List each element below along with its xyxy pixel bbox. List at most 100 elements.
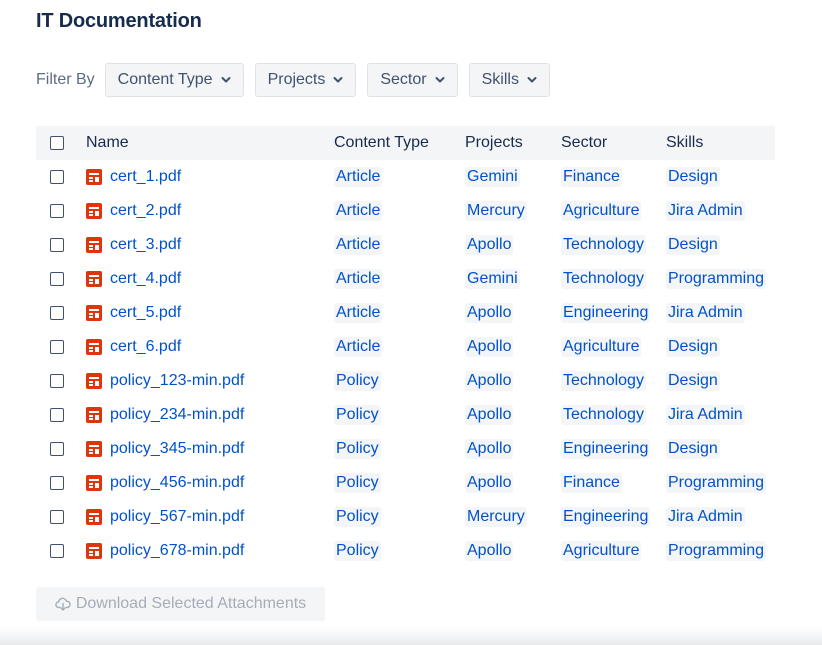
project-tag[interactable]: Apollo bbox=[465, 303, 514, 323]
content-type-tag[interactable]: Article bbox=[334, 303, 383, 323]
content-type-tag[interactable]: Article bbox=[334, 337, 383, 357]
select-all-cell bbox=[36, 126, 86, 160]
sector-tag[interactable]: Technology bbox=[561, 269, 646, 289]
project-tag[interactable]: Apollo bbox=[465, 235, 514, 255]
filter-projects-button[interactable]: Projects bbox=[254, 63, 357, 97]
file-name-cell: policy_123-min.pdf bbox=[86, 364, 334, 398]
project-tag[interactable]: Gemini bbox=[465, 269, 520, 289]
column-header-projects[interactable]: Projects bbox=[465, 126, 561, 160]
row-checkbox[interactable] bbox=[50, 407, 64, 422]
skill-tag[interactable]: Jira Admin bbox=[666, 405, 745, 425]
column-header-skills[interactable]: Skills bbox=[666, 126, 775, 160]
project-tag[interactable]: Apollo bbox=[465, 439, 514, 459]
file-link[interactable]: policy_456-min.pdf bbox=[110, 474, 244, 492]
file-name-cell: policy_345-min.pdf bbox=[86, 432, 334, 466]
sector-tag[interactable]: Finance bbox=[561, 473, 622, 493]
content-type-tag[interactable]: Policy bbox=[334, 439, 381, 459]
project-cell: Gemini bbox=[465, 262, 561, 296]
skill-tag[interactable]: Programming bbox=[666, 541, 767, 561]
file-link[interactable]: policy_678-min.pdf bbox=[110, 542, 244, 560]
row-checkbox[interactable] bbox=[50, 169, 64, 184]
sector-tag[interactable]: Engineering bbox=[561, 303, 651, 323]
row-checkbox[interactable] bbox=[50, 441, 64, 456]
sector-tag[interactable]: Finance bbox=[561, 167, 622, 187]
filter-label: Filter By bbox=[36, 71, 95, 88]
file-link[interactable]: policy_234-min.pdf bbox=[110, 406, 244, 424]
project-tag[interactable]: Apollo bbox=[465, 541, 514, 561]
file-link[interactable]: policy_345-min.pdf bbox=[110, 440, 244, 458]
column-header-content-type[interactable]: Content Type bbox=[334, 126, 465, 160]
pdf-file-icon bbox=[86, 169, 102, 185]
row-checkbox[interactable] bbox=[50, 475, 64, 490]
sector-tag[interactable]: Technology bbox=[561, 371, 646, 391]
sector-cell: Agriculture bbox=[561, 330, 666, 364]
skill-tag[interactable]: Jira Admin bbox=[666, 201, 745, 221]
sector-tag[interactable]: Agriculture bbox=[561, 201, 642, 221]
sector-tag[interactable]: Agriculture bbox=[561, 541, 642, 561]
sector-tag[interactable]: Agriculture bbox=[561, 337, 642, 357]
content-type-tag[interactable]: Article bbox=[334, 269, 383, 289]
skill-tag[interactable]: Jira Admin bbox=[666, 303, 745, 323]
row-checkbox[interactable] bbox=[50, 203, 64, 218]
row-checkbox[interactable] bbox=[50, 339, 64, 354]
filter-sector-button[interactable]: Sector bbox=[367, 63, 458, 97]
file-name-cell: cert_4.pdf bbox=[86, 262, 334, 296]
content-type-tag[interactable]: Policy bbox=[334, 371, 381, 391]
project-tag[interactable]: Mercury bbox=[465, 507, 527, 527]
content-type-tag[interactable]: Policy bbox=[334, 507, 381, 527]
project-tag[interactable]: Apollo bbox=[465, 371, 514, 391]
skill-tag[interactable]: Design bbox=[666, 439, 720, 459]
row-checkbox[interactable] bbox=[50, 237, 64, 252]
file-link[interactable]: policy_123-min.pdf bbox=[110, 372, 244, 390]
row-checkbox[interactable] bbox=[50, 509, 64, 524]
file-link[interactable]: cert_4.pdf bbox=[110, 270, 181, 288]
row-checkbox[interactable] bbox=[50, 305, 64, 320]
skill-tag[interactable]: Programming bbox=[666, 269, 767, 289]
file-link[interactable]: cert_2.pdf bbox=[110, 202, 181, 220]
filter-content-type-button[interactable]: Content Type bbox=[104, 63, 244, 97]
filter-skills-button[interactable]: Skills bbox=[468, 63, 550, 97]
row-checkbox[interactable] bbox=[50, 373, 64, 388]
table-row: policy_345-min.pdf Policy Apollo Engineerin… bbox=[36, 432, 775, 466]
project-tag[interactable]: Apollo bbox=[465, 473, 514, 493]
skill-tag[interactable]: Design bbox=[666, 337, 720, 357]
skill-tag[interactable]: Design bbox=[666, 371, 720, 391]
column-header-name[interactable]: Name bbox=[86, 126, 334, 160]
column-header-sector[interactable]: Sector bbox=[561, 126, 666, 160]
project-tag[interactable]: Apollo bbox=[465, 405, 514, 425]
content-type-tag[interactable]: Article bbox=[334, 235, 383, 255]
content-type-tag[interactable]: Policy bbox=[334, 473, 381, 493]
file-name-cell: policy_678-min.pdf bbox=[86, 534, 334, 568]
file-link[interactable]: cert_5.pdf bbox=[110, 304, 181, 322]
content-type-tag[interactable]: Policy bbox=[334, 541, 381, 561]
project-tag[interactable]: Mercury bbox=[465, 201, 527, 221]
sector-tag[interactable]: Technology bbox=[561, 235, 646, 255]
file-name-cell: cert_6.pdf bbox=[86, 330, 334, 364]
download-selected-button[interactable]: Download Selected Attachments bbox=[36, 587, 325, 621]
content-type-tag[interactable]: Policy bbox=[334, 405, 381, 425]
skill-tag[interactable]: Design bbox=[666, 167, 720, 187]
select-all-checkbox[interactable] bbox=[50, 135, 64, 150]
sector-tag[interactable]: Engineering bbox=[561, 439, 651, 459]
skill-tag[interactable]: Programming bbox=[666, 473, 767, 493]
skill-cell: Jira Admin bbox=[666, 296, 775, 330]
project-tag[interactable]: Gemini bbox=[465, 167, 520, 187]
sector-tag[interactable]: Technology bbox=[561, 405, 646, 425]
sector-cell: Finance bbox=[561, 160, 666, 194]
pdf-file-icon bbox=[86, 509, 102, 525]
skill-tag[interactable]: Design bbox=[666, 235, 720, 255]
row-select-cell bbox=[36, 228, 86, 262]
skill-tag[interactable]: Jira Admin bbox=[666, 507, 745, 527]
pdf-file-icon bbox=[86, 543, 102, 559]
content-type-tag[interactable]: Article bbox=[334, 167, 383, 187]
row-checkbox[interactable] bbox=[50, 543, 64, 558]
file-link[interactable]: cert_1.pdf bbox=[110, 168, 181, 186]
project-tag[interactable]: Apollo bbox=[465, 337, 514, 357]
file-link[interactable]: cert_6.pdf bbox=[110, 338, 181, 356]
file-link[interactable]: cert_3.pdf bbox=[110, 236, 181, 254]
sector-tag[interactable]: Engineering bbox=[561, 507, 651, 527]
content-type-tag[interactable]: Article bbox=[334, 201, 383, 221]
row-checkbox[interactable] bbox=[50, 271, 64, 286]
content-type-cell: Policy bbox=[334, 432, 465, 466]
file-link[interactable]: policy_567-min.pdf bbox=[110, 508, 244, 526]
